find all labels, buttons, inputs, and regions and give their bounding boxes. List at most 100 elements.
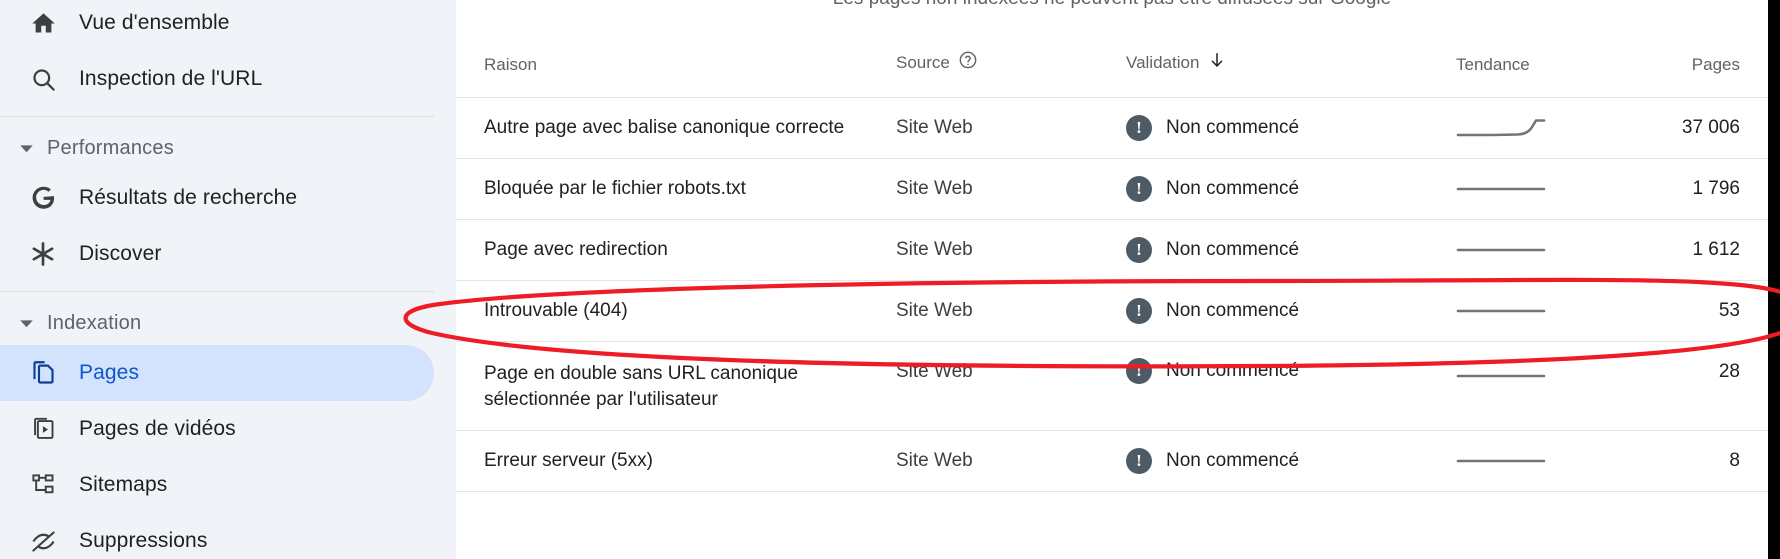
reason-text: Erreur serveur (5xx) [484, 450, 653, 471]
column-header-source-label: Source [896, 52, 950, 72]
page-subtitle: Les pages non indexées ne peuvent pas êt… [456, 0, 1768, 10]
app-screen: Vue d'ensemble Inspection de l'URL Perfo… [0, 0, 1780, 559]
sidebar-group-indexation-label: Indexation [47, 311, 142, 334]
sort-descending-icon[interactable] [1207, 50, 1227, 75]
cell-source: Site Web [896, 341, 1126, 431]
pages-count: 1 796 [1692, 178, 1740, 199]
table-body: Autre page avec balise canonique correct… [456, 97, 1768, 492]
column-header-trend[interactable]: Tendance [1456, 50, 1636, 98]
sidebar-item-video-pages-label: Pages de vidéos [79, 417, 236, 440]
exclamation-circle-icon: ! [1126, 115, 1152, 141]
cell-source: Site Web [896, 97, 1126, 159]
validation-text: Non commencé [1166, 300, 1300, 321]
trend-sparkline [1456, 309, 1546, 313]
trend-sparkline [1456, 119, 1546, 137]
cell-pages: 1 612 [1636, 219, 1768, 281]
table-row[interactable]: Autre page avec balise canonique correct… [456, 97, 1768, 159]
sidebar-item-discover[interactable]: Discover [0, 226, 434, 282]
sidebar-item-pages[interactable]: Pages [0, 345, 434, 401]
sidebar-item-pages-label: Pages [79, 361, 140, 384]
pages-count: 8 [1729, 450, 1740, 471]
column-header-reason[interactable]: Raison [456, 50, 896, 98]
table-row[interactable]: Page en double sans URL canonique sélect… [456, 341, 1768, 431]
table-row[interactable]: Page avec redirection Site Web ! Non com… [456, 219, 1768, 281]
pages-icon [22, 360, 64, 387]
main-content: Les pages non indexées ne peuvent pas êt… [456, 0, 1768, 559]
sidebar-item-sitemaps[interactable]: Sitemaps [0, 457, 434, 513]
column-header-trend-label: Tendance [1456, 55, 1530, 74]
reason-text: Bloquée par le fichier robots.txt [484, 178, 746, 199]
sidebar-group-indexation[interactable]: Indexation [0, 301, 456, 345]
search-icon [22, 66, 64, 93]
google-g-icon [22, 184, 64, 212]
sidebar-item-url-inspection[interactable]: Inspection de l'URL [0, 51, 434, 107]
sidebar-divider-1 [0, 116, 434, 117]
pages-count: 28 [1718, 361, 1740, 382]
table-row[interactable]: Bloquée par le fichier robots.txt Site W… [456, 158, 1768, 220]
cell-validation: ! Non commencé [1126, 280, 1456, 342]
cell-reason[interactable]: Erreur serveur (5xx) [456, 430, 896, 492]
table-row[interactable]: Erreur serveur (5xx) Site Web ! Non comm… [456, 430, 1768, 492]
cell-pages: 1 796 [1636, 158, 1768, 220]
column-header-validation-label: Validation [1126, 52, 1200, 72]
cell-pages: 8 [1636, 430, 1768, 492]
sidebar-item-removals[interactable]: Suppressions [0, 513, 434, 559]
trend-sparkline [1456, 187, 1546, 191]
reason-text: Autre page avec balise canonique correct… [484, 117, 845, 138]
cell-source: Site Web [896, 158, 1126, 220]
table-row[interactable]: Introuvable (404) Site Web ! Non commenc… [456, 280, 1768, 342]
left-sidebar: Vue d'ensemble Inspection de l'URL Perfo… [0, 0, 456, 559]
column-header-source[interactable]: Source [896, 50, 1126, 98]
validation-text: Non commencé [1166, 178, 1300, 199]
column-header-validation[interactable]: Validation [1126, 50, 1456, 98]
cell-trend [1456, 341, 1636, 431]
sitemap-icon [22, 472, 64, 499]
trend-sparkline [1456, 374, 1546, 378]
cell-reason[interactable]: Autre page avec balise canonique correct… [456, 97, 896, 159]
non-indexed-reasons-table: Raison Source Validation Tendance Pages … [456, 50, 1768, 492]
sidebar-item-discover-label: Discover [79, 242, 162, 265]
trend-sparkline [1456, 459, 1546, 463]
pages-count: 1 612 [1692, 239, 1740, 260]
cell-reason[interactable]: Page avec redirection [456, 219, 896, 281]
table-header: Raison Source Validation Tendance Pages [456, 50, 1768, 98]
sidebar-item-search-results[interactable]: Résultats de recherche [0, 170, 434, 226]
sidebar-item-overview-label: Vue d'ensemble [79, 11, 230, 34]
sidebar-item-removals-label: Suppressions [79, 529, 208, 552]
exclamation-circle-icon: ! [1126, 298, 1152, 324]
cell-source: Site Web [896, 280, 1126, 342]
validation-text: Non commencé [1166, 450, 1300, 471]
cell-trend [1456, 158, 1636, 220]
exclamation-circle-icon: ! [1126, 176, 1152, 202]
sidebar-item-video-pages[interactable]: Pages de vidéos [0, 401, 434, 457]
removals-icon [22, 528, 64, 555]
sidebar-group-performances-label: Performances [47, 136, 174, 159]
column-header-pages-label: Pages [1691, 55, 1740, 74]
video-pages-icon [22, 416, 64, 443]
sidebar-item-search-results-label: Résultats de recherche [79, 186, 298, 209]
cell-trend [1456, 430, 1636, 492]
cell-trend [1456, 280, 1636, 342]
cell-reason[interactable]: Page en double sans URL canonique sélect… [456, 341, 896, 431]
home-icon [22, 10, 64, 37]
column-header-pages[interactable]: Pages [1636, 50, 1768, 98]
cell-pages: 37 006 [1636, 97, 1768, 159]
cell-pages: 28 [1636, 341, 1768, 431]
validation-text: Non commencé [1166, 360, 1300, 381]
sidebar-divider-2 [0, 291, 434, 292]
cell-trend [1456, 219, 1636, 281]
sidebar-group-performances[interactable]: Performances [0, 126, 456, 170]
cell-source: Site Web [896, 430, 1126, 492]
column-header-reason-label: Raison [484, 55, 537, 74]
help-circle-icon[interactable] [958, 50, 978, 75]
pages-count: 37 006 [1681, 117, 1740, 138]
trend-sparkline [1456, 248, 1546, 252]
sidebar-item-overview[interactable]: Vue d'ensemble [0, 0, 434, 51]
chevron-down-icon [8, 316, 44, 331]
chevron-down-icon [8, 141, 44, 156]
cell-reason[interactable]: Bloquée par le fichier robots.txt [456, 158, 896, 220]
reason-text: Page en double sans URL canonique sélect… [484, 363, 799, 410]
cell-reason[interactable]: Introuvable (404) [456, 280, 896, 342]
sidebar-item-url-inspection-label: Inspection de l'URL [79, 67, 263, 90]
cell-validation: ! Non commencé [1126, 341, 1456, 431]
